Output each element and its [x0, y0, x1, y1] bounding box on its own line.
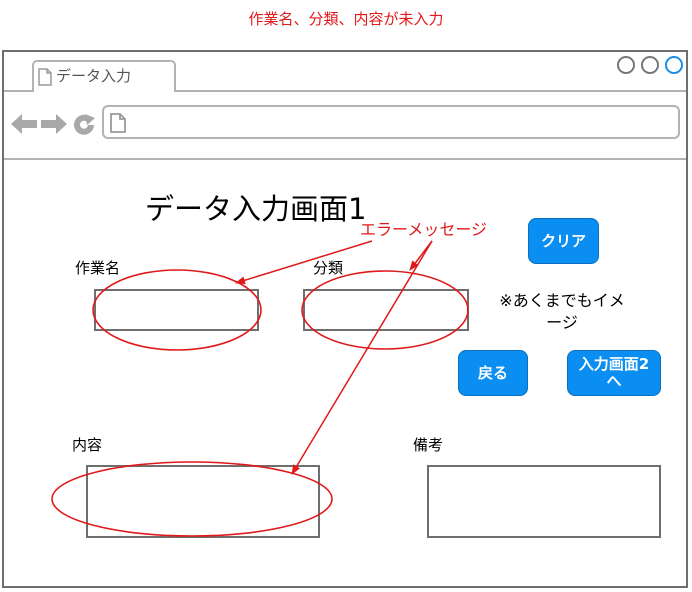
category-label: 分類 — [313, 259, 344, 277]
work-name-input[interactable] — [94, 289, 259, 331]
forward-arrow-icon[interactable] — [40, 112, 68, 136]
error-message-annotation: エラーメッセージ — [360, 220, 488, 239]
clear-button[interactable]: クリア — [528, 218, 599, 264]
next-button-label-line2: へ — [606, 372, 622, 390]
scenario-caption: 作業名、分類、内容が未入力 — [248, 10, 444, 28]
back-arrow-icon[interactable] — [10, 112, 38, 136]
page-title: データ入力画面1 — [145, 192, 367, 226]
next-button-label-line1: 入力画面2 — [578, 355, 650, 373]
remarks-input[interactable] — [427, 465, 661, 538]
window-control-icon[interactable] — [617, 56, 635, 74]
tab-label: データ入力 — [56, 67, 132, 85]
category-input[interactable] — [303, 289, 469, 331]
go-to-input-screen-2-button[interactable]: 入力画面2 へ — [567, 350, 661, 396]
work-name-label: 作業名 — [75, 259, 121, 277]
back-button[interactable]: 戻る — [458, 350, 528, 396]
remarks-label: 備考 — [413, 436, 444, 454]
image-only-note: ※あくまでもイメ ージ — [486, 290, 638, 334]
content-input[interactable] — [86, 465, 320, 538]
reload-icon[interactable] — [71, 112, 97, 138]
address-bar[interactable] — [102, 105, 680, 139]
toolbar-divider — [4, 158, 686, 160]
document-icon — [38, 68, 52, 86]
note-line-2: ージ — [546, 313, 578, 332]
browser-tab[interactable]: データ入力 — [32, 60, 176, 92]
window-control-icon[interactable] — [641, 56, 659, 74]
window-control-icon[interactable] — [665, 56, 683, 74]
note-line-1: ※あくまでもイメ — [499, 291, 625, 310]
content-label: 内容 — [72, 436, 103, 454]
document-icon — [110, 113, 126, 133]
